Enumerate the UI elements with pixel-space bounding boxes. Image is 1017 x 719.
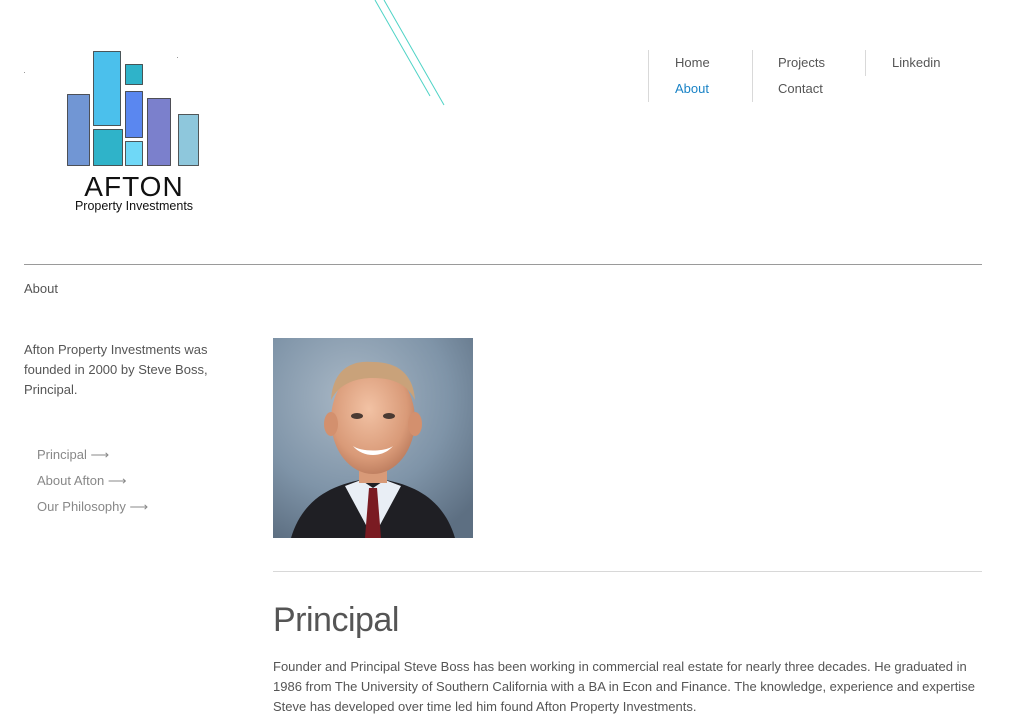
decorative-lines <box>374 0 445 106</box>
subnav-principal[interactable]: Principal ⟶ <box>37 442 148 468</box>
content-divider <box>273 571 982 572</box>
logo-wordmark: AFTON <box>84 171 183 202</box>
nav-about[interactable]: About <box>675 81 709 96</box>
section-heading: Principal <box>273 601 399 639</box>
subnav-about-afton[interactable]: About Afton ⟶ <box>37 468 148 494</box>
nav-contact[interactable]: Contact <box>778 81 823 96</box>
subnav-our-philosophy[interactable]: Our Philosophy ⟶ <box>37 494 148 520</box>
intro-text: Afton Property Investments was founded i… <box>24 342 208 397</box>
afton-logo[interactable]: AFTON Property Investments <box>24 46 209 218</box>
page-title: About <box>24 281 58 296</box>
principal-bio: Founder and Principal Steve Boss has bee… <box>273 659 975 714</box>
logo-tagline: Property Investments <box>75 199 193 213</box>
about-subnav: Principal ⟶ About Afton ⟶ Our Philosophy… <box>37 442 148 520</box>
nav-linkedin[interactable]: Linkedin <box>892 55 940 70</box>
nav-column-1: Home About <box>648 50 753 102</box>
portrait-image <box>273 338 473 538</box>
header-divider <box>24 264 982 265</box>
nav-projects[interactable]: Projects <box>778 55 825 70</box>
principal-photo <box>273 338 473 538</box>
nav-home[interactable]: Home <box>675 55 710 70</box>
logo-mark-icon: AFTON Property Investments <box>24 51 199 213</box>
